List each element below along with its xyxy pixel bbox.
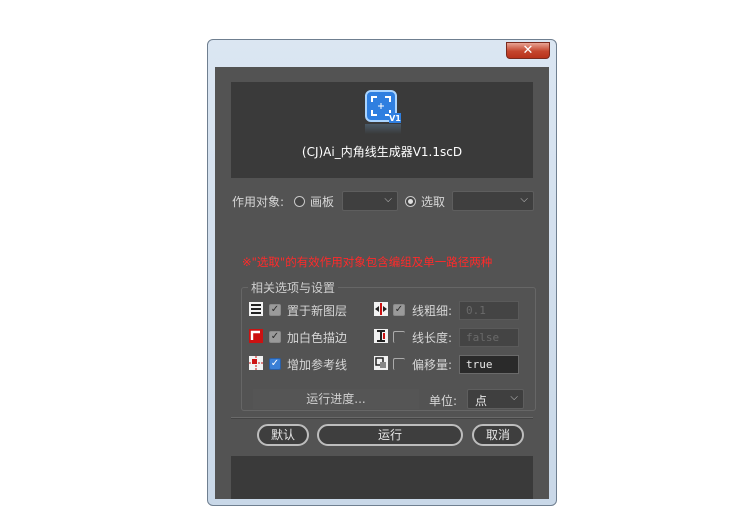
unit-select-value: 点 xyxy=(475,394,488,408)
guide-checkbox[interactable]: ✓ xyxy=(269,358,281,370)
new-layer-checkbox[interactable]: ✓ xyxy=(269,304,281,316)
dialog-client: V1 (CJ)Ai_内角线生成器V1.1scD 作用对象: 画板 ⌵ 选取 ⌵ … xyxy=(215,67,549,499)
selection-select[interactable]: ⌵ xyxy=(452,191,534,211)
stroke-weight-icon xyxy=(374,302,388,316)
cancel-button[interactable]: 取消 xyxy=(472,424,524,446)
logo-reflection xyxy=(365,124,401,134)
artboard-radio[interactable] xyxy=(294,196,305,207)
chevron-down-icon: ⌵ xyxy=(520,194,528,205)
stroke-weight-label: 线粗细: xyxy=(412,304,453,318)
line-length-icon xyxy=(374,329,388,343)
new-layer-label: 置于新图层 xyxy=(287,304,348,318)
layers-icon xyxy=(249,302,263,316)
selection-note: ※"选取"的有效作用对象包含编组及单一路径两种 xyxy=(242,255,493,269)
footer-panel xyxy=(231,456,533,499)
logo-badge: V1 xyxy=(389,114,401,123)
white-stroke-checkbox[interactable]: ✓ xyxy=(269,331,281,343)
artboard-select[interactable]: ⌵ xyxy=(342,191,398,211)
close-button[interactable]: ✕ xyxy=(506,42,550,59)
white-stroke-label: 加白色描边 xyxy=(287,331,348,345)
stroke-weight-checkbox[interactable]: ✓ xyxy=(393,304,405,316)
unit-select[interactable]: 点 ⌵ xyxy=(467,389,524,409)
progress-bar: 运行进度... xyxy=(253,389,419,409)
unit-label: 单位: xyxy=(429,394,458,408)
guide-icon xyxy=(249,356,263,370)
line-length-input[interactable]: false xyxy=(459,328,519,347)
chevron-down-icon: ⌵ xyxy=(384,194,392,205)
artboard-label: 画板 xyxy=(310,195,335,209)
stroke-weight-input[interactable]: 0.1 xyxy=(459,301,519,320)
options-group-title: 相关选项与设置 xyxy=(248,279,339,296)
target-label: 作用对象: xyxy=(232,195,285,209)
default-button[interactable]: 默认 xyxy=(257,424,309,446)
line-length-label: 线长度: xyxy=(412,331,453,345)
header-panel: V1 (CJ)Ai_内角线生成器V1.1scD xyxy=(231,82,533,178)
run-button[interactable]: 运行 xyxy=(317,424,463,446)
offset-icon xyxy=(374,356,388,370)
offset-checkbox[interactable] xyxy=(393,358,405,370)
offset-label: 偏移量: xyxy=(412,358,453,372)
dialog-window: ✕ V1 (CJ)Ai_内角线生成器V1.1scD 作用对象: 画板 ⌵ 选取 … xyxy=(207,39,557,506)
line-length-checkbox[interactable] xyxy=(393,331,405,343)
target-frame-icon: V1 xyxy=(365,90,401,123)
selection-label: 选取 xyxy=(421,195,446,209)
chevron-down-icon: ⌵ xyxy=(510,392,518,403)
app-title: (CJ)Ai_内角线生成器V1.1scD xyxy=(301,145,463,159)
guide-label: 增加参考线 xyxy=(287,358,348,372)
selection-radio[interactable] xyxy=(405,196,416,207)
offset-input[interactable]: true xyxy=(459,355,519,374)
white-stroke-icon xyxy=(249,329,263,343)
divider xyxy=(231,417,533,419)
